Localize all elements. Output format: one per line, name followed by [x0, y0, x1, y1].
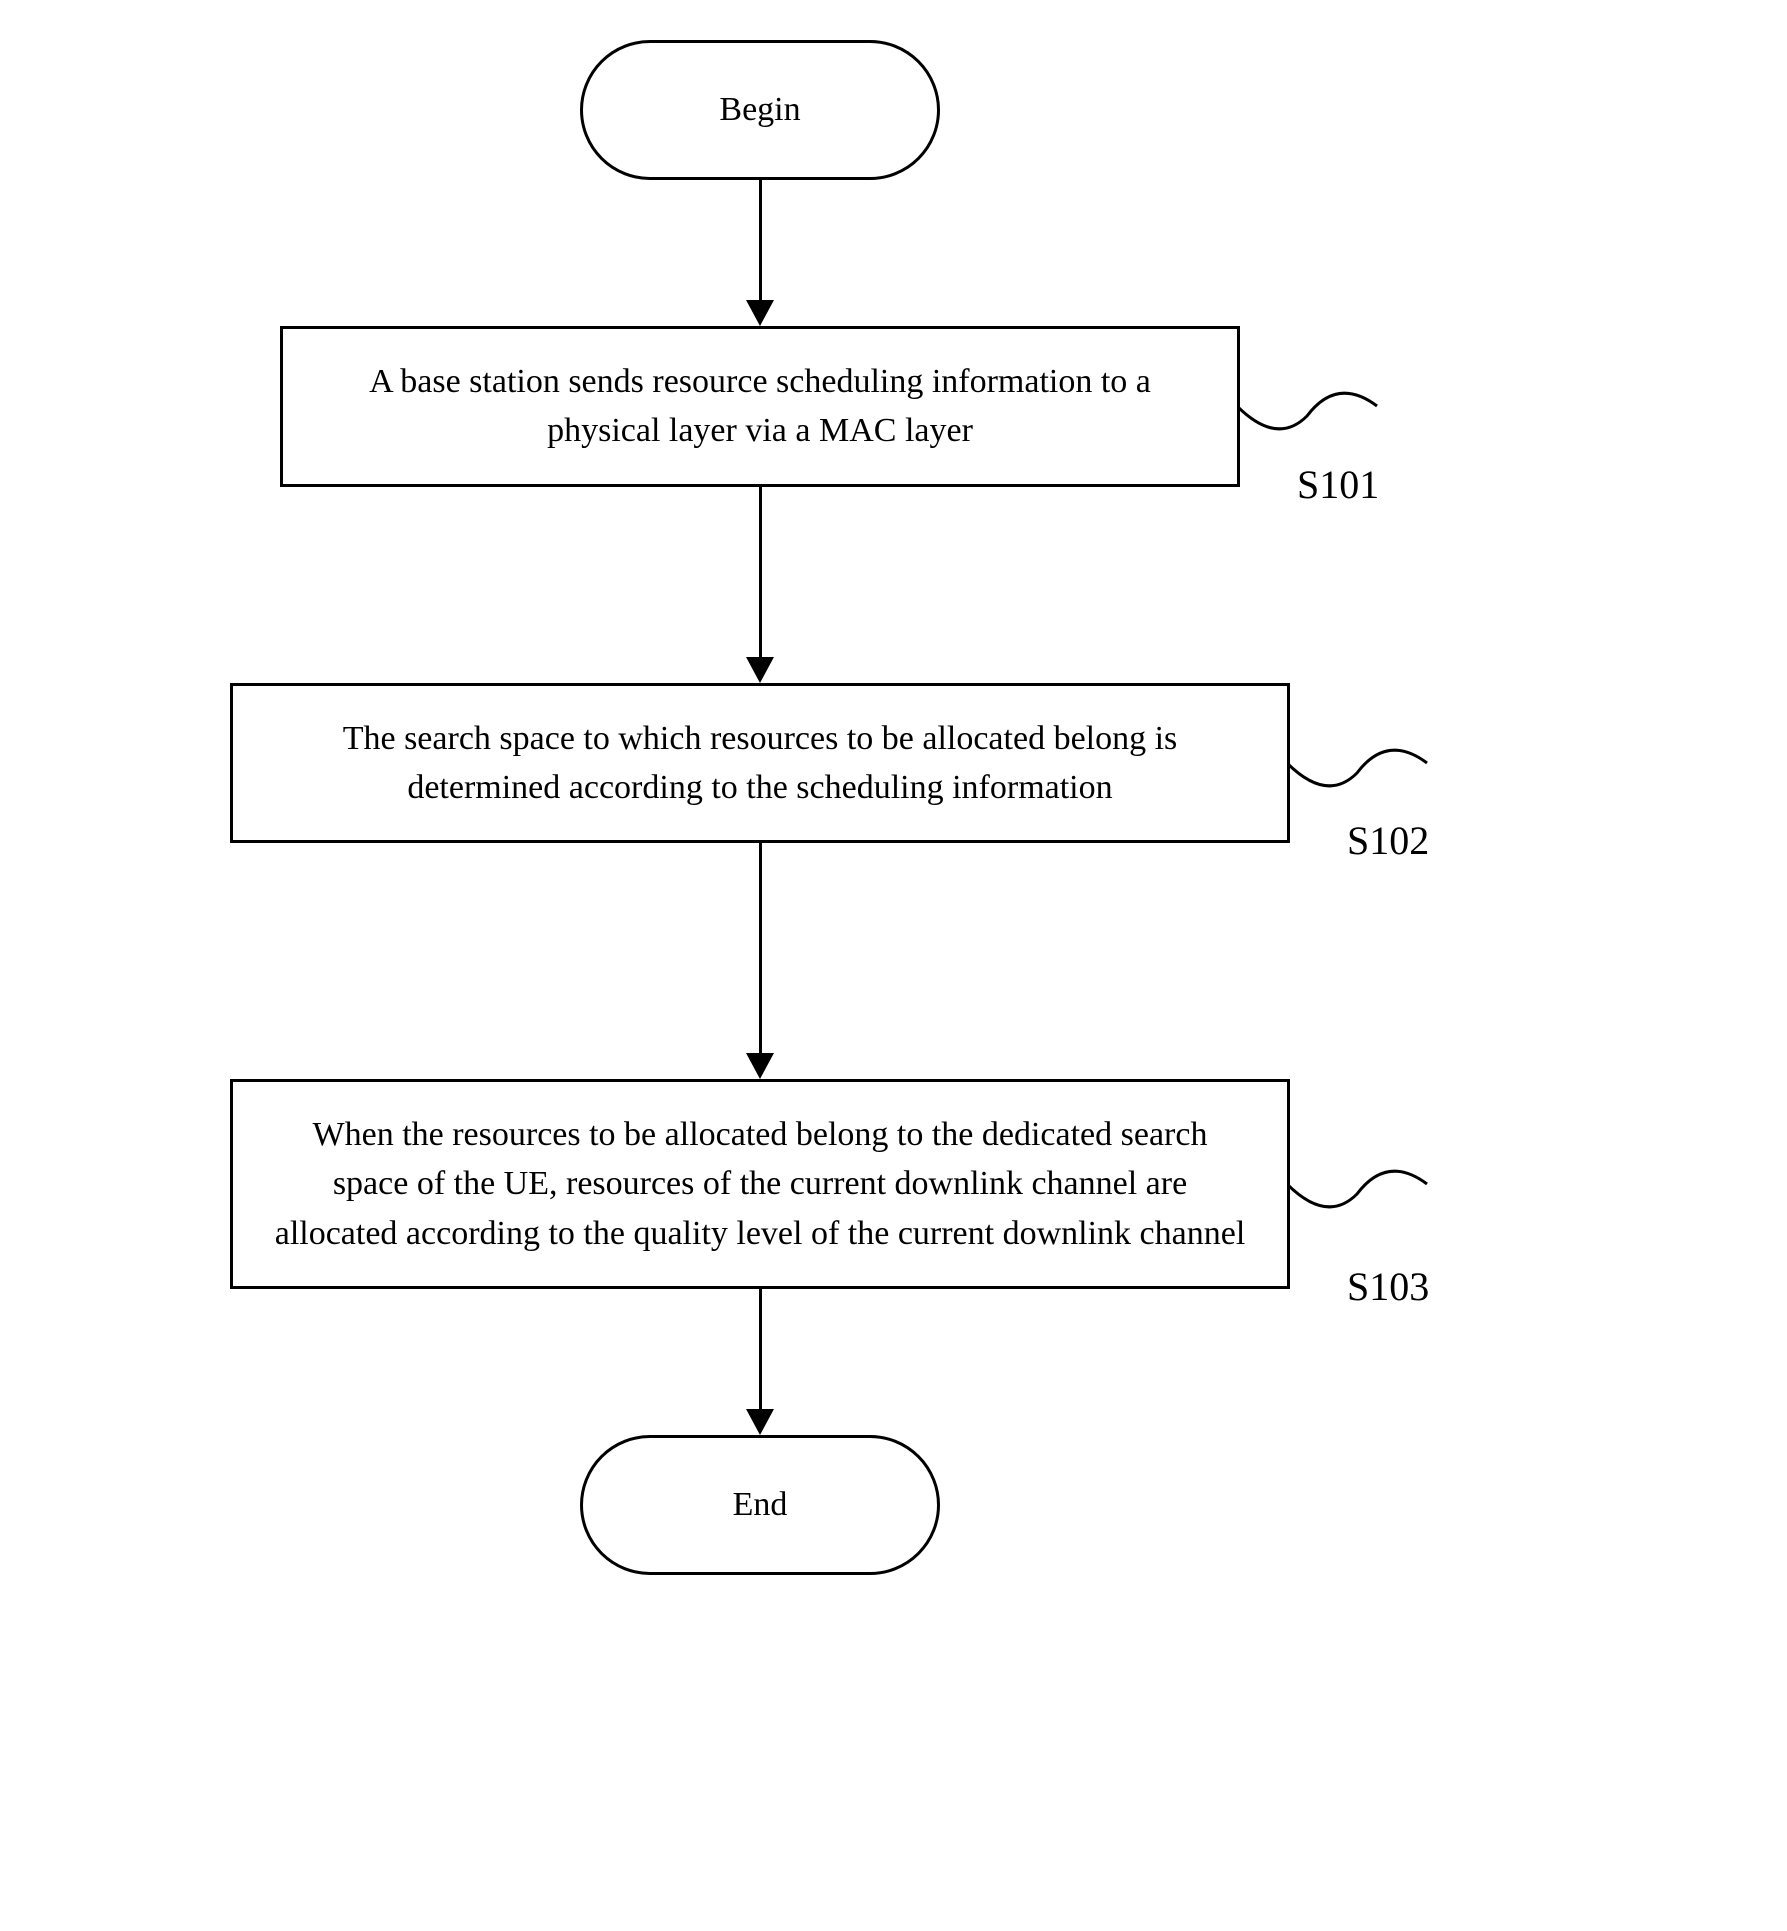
end-label: End	[733, 1486, 788, 1524]
connector-curve-icon	[1287, 723, 1487, 803]
begin-terminator: Begin	[580, 40, 940, 180]
process-step-1: A base station sends resource scheduling…	[280, 326, 1240, 487]
connector-curve-icon	[1237, 366, 1437, 446]
step-1-label: S101	[1297, 456, 1379, 514]
process-step-2: The search space to which resources to b…	[230, 683, 1290, 844]
process-step-2-text: The search space to which resources to b…	[343, 720, 1178, 806]
connector-curve-icon	[1287, 1144, 1487, 1224]
process-step-3-text: When the resources to be allocated belon…	[275, 1116, 1246, 1252]
begin-label: Begin	[719, 91, 800, 129]
end-terminator: End	[580, 1435, 940, 1575]
step-3-label: S103	[1347, 1258, 1429, 1316]
process-step-3: When the resources to be allocated belon…	[230, 1079, 1290, 1289]
flowchart: Begin A base station sends resource sche…	[160, 40, 1360, 1575]
process-step-1-text: A base station sends resource scheduling…	[369, 363, 1151, 449]
step-2-label: S102	[1347, 812, 1429, 870]
arrow-down-icon	[746, 180, 774, 326]
arrow-down-icon	[746, 487, 774, 683]
arrow-down-icon	[746, 1289, 774, 1435]
arrow-down-icon	[746, 843, 774, 1079]
